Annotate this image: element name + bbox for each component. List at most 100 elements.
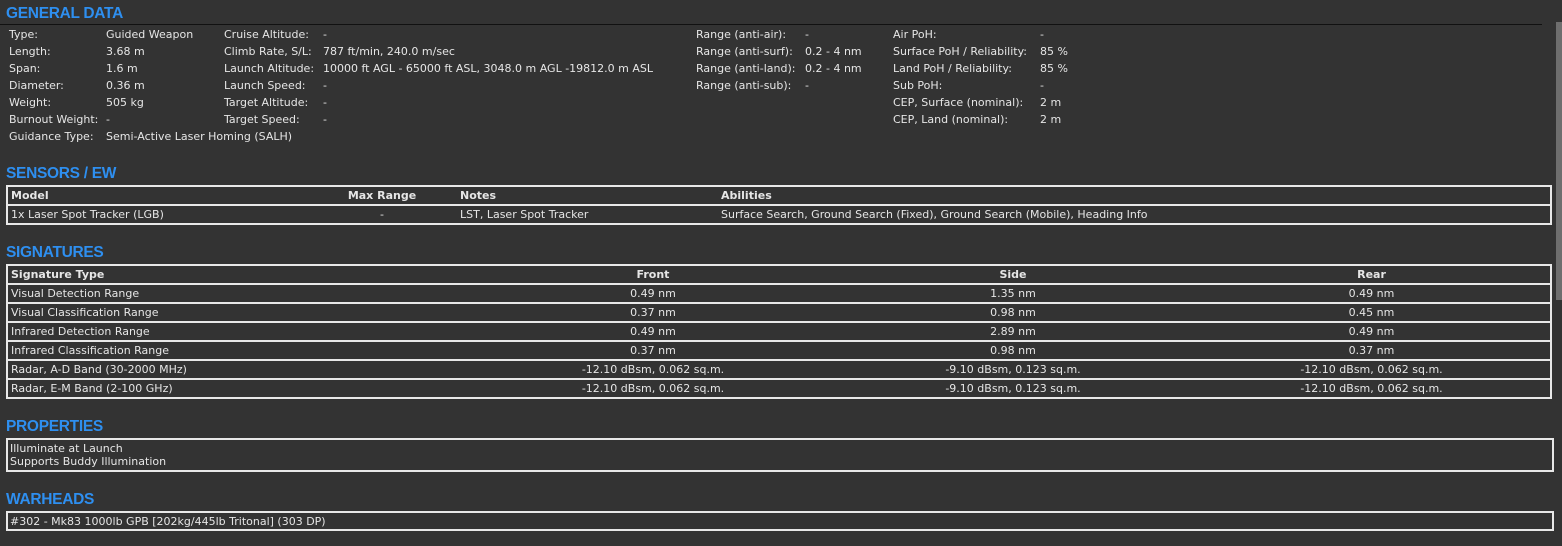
front-value: 0.49 nm [473,283,833,303]
field-label: Climb Rate, S/L: [224,45,312,58]
sensors-table: Model Max Range Notes Abilities 1x Laser… [6,185,1552,225]
heading-divider [0,24,1542,25]
field-value: - [805,28,809,41]
field-value: 2 m [1040,113,1062,126]
property-item: Supports Buddy Illumination [10,455,167,468]
scrollbar-thumb[interactable] [1556,22,1562,300]
field-value: 0.36 m [106,79,145,92]
field-value: 0.2 - 4 nm [805,62,862,75]
col-side: Side [999,268,1027,281]
field-label: Launch Altitude: [224,62,315,75]
field-label: Type: [9,28,38,41]
table-row[interactable]: Visual Detection Range 0.49 nm 1.35 nm 0.49… [7,283,1551,303]
field-value: 0.2 - 4 nm [805,45,862,58]
warheads-box: #302 - Mk83 1000lb GPB [202kg/445lb Trit… [6,511,1554,531]
field-value: - [1040,28,1044,41]
field-value: Guided Weapon [106,28,194,41]
col-rear: Rear [1357,268,1386,281]
rear-value: -12.10 dBsm, 0.062 sq.m. [1193,378,1551,398]
side-value: 0.98 nm [833,302,1193,322]
field-label: Cruise Altitude: [224,28,309,41]
field-label: Surface PoH / Reliability: [893,45,1027,58]
field-label: Span: [9,62,41,75]
field-label: Range (anti-land): [696,62,796,75]
rear-value: 0.49 nm [1193,321,1551,341]
table-row[interactable]: Radar, A-D Band (30-2000 MHz) -12.10 dBsm… [7,359,1551,379]
table-row[interactable]: Radar, E-M Band (2-100 GHz) -12.10 dBsm, … [7,378,1551,398]
field-label: Target Altitude: [224,96,309,109]
table-header-row: Model Max Range Notes Abilities [7,186,1551,205]
front-value: 0.37 nm [473,340,833,360]
field-label: Air PoH: [893,28,937,41]
rear-value: -12.10 dBsm, 0.062 sq.m. [1193,359,1551,379]
field-label: Range (anti-surf): [696,45,793,58]
field-label: CEP, Land (nominal): [893,113,1009,126]
sensor-notes: LST, Laser Spot Tracker [457,204,718,224]
signatures-table: Signature Type Front Side Rear Visual De… [6,264,1552,399]
field-value: 85 % [1040,62,1068,75]
field-value: 10000 ft AGL - 65000 ft ASL, 3048.0 m AG… [323,62,654,75]
field-label: Target Speed: [224,113,300,126]
field-label: Land PoH / Reliability: [893,62,1012,75]
side-value: -9.10 dBsm, 0.123 sq.m. [833,378,1193,398]
col-notes: Notes [460,189,497,202]
front-value: -12.10 dBsm, 0.062 sq.m. [473,359,833,379]
signature-type: Infrared Detection Range [7,321,473,341]
field-label: Burnout Weight: [9,113,99,126]
field-label: Range (anti-sub): [696,79,792,92]
field-value: 1.6 m [106,62,138,75]
field-label: Launch Speed: [224,79,306,92]
field-value: - [323,79,327,92]
field-label: Sub PoH: [893,79,943,92]
signature-type: Infrared Classification Range [7,340,473,360]
warhead-item[interactable]: #302 - Mk83 1000lb GPB [202kg/445lb Trit… [10,515,1550,528]
sensor-max-range: - [307,204,457,224]
col-max-range: Max Range [347,189,417,202]
side-value: 2.89 nm [833,321,1193,341]
field-value: - [323,28,327,41]
warheads-heading: WARHEADS [6,491,95,508]
general-data-heading: GENERAL DATA [6,5,123,22]
front-value: 0.37 nm [473,302,833,322]
signature-type: Radar, E-M Band (2-100 GHz) [7,378,473,398]
field-value: - [106,113,110,126]
field-label: Weight: [9,96,52,109]
field-label: Guidance Type: [9,130,94,143]
field-value: Semi-Active Laser Homing (SALH) [106,130,293,143]
rear-value: 0.45 nm [1193,302,1551,322]
field-label: CEP, Surface (nominal): [893,96,1024,109]
col-abilities: Abilities [721,189,772,202]
field-value: 787 ft/min, 240.0 m/sec [323,45,455,58]
field-value: - [805,79,809,92]
properties-heading: PROPERTIES [6,418,103,435]
properties-box: Illuminate at Launch Supports Buddy Illu… [6,438,1554,472]
table-header-row: Signature Type Front Side Rear [7,265,1551,284]
field-label: Diameter: [9,79,64,92]
col-signature-type: Signature Type [11,268,105,281]
side-value: -9.10 dBsm, 0.123 sq.m. [833,359,1193,379]
col-front: Front [636,268,670,281]
field-label: Length: [9,45,51,58]
field-value: 3.68 m [106,45,145,58]
field-label: Range (anti-air): [696,28,787,41]
signatures-heading: SIGNATURES [6,244,104,261]
signature-type: Radar, A-D Band (30-2000 MHz) [7,359,473,379]
front-value: 0.49 nm [473,321,833,341]
table-row[interactable]: Infrared Detection Range 0.49 nm 2.89 nm 0.… [7,321,1551,341]
field-value: 505 kg [106,96,144,109]
signature-type: Visual Detection Range [7,283,473,303]
rear-value: 0.49 nm [1193,283,1551,303]
field-value: - [1040,79,1044,92]
table-row[interactable]: 1x Laser Spot Tracker (LGB) - LST, Laser… [7,204,1551,224]
side-value: 0.98 nm [833,340,1193,360]
field-value: - [323,113,327,126]
sensor-abilities: Surface Search, Ground Search (Fixed), G… [718,204,1551,224]
table-row[interactable]: Infrared Classification Range 0.37 nm 0.98… [7,340,1551,360]
signature-type: Visual Classification Range [7,302,473,322]
field-value: 2 m [1040,96,1062,109]
front-value: -12.10 dBsm, 0.062 sq.m. [473,378,833,398]
field-value: - [323,96,327,109]
sensor-model: 1x Laser Spot Tracker (LGB) [7,204,307,224]
rear-value: 0.37 nm [1193,340,1551,360]
table-row[interactable]: Visual Classification Range 0.37 nm 0.98 n… [7,302,1551,322]
